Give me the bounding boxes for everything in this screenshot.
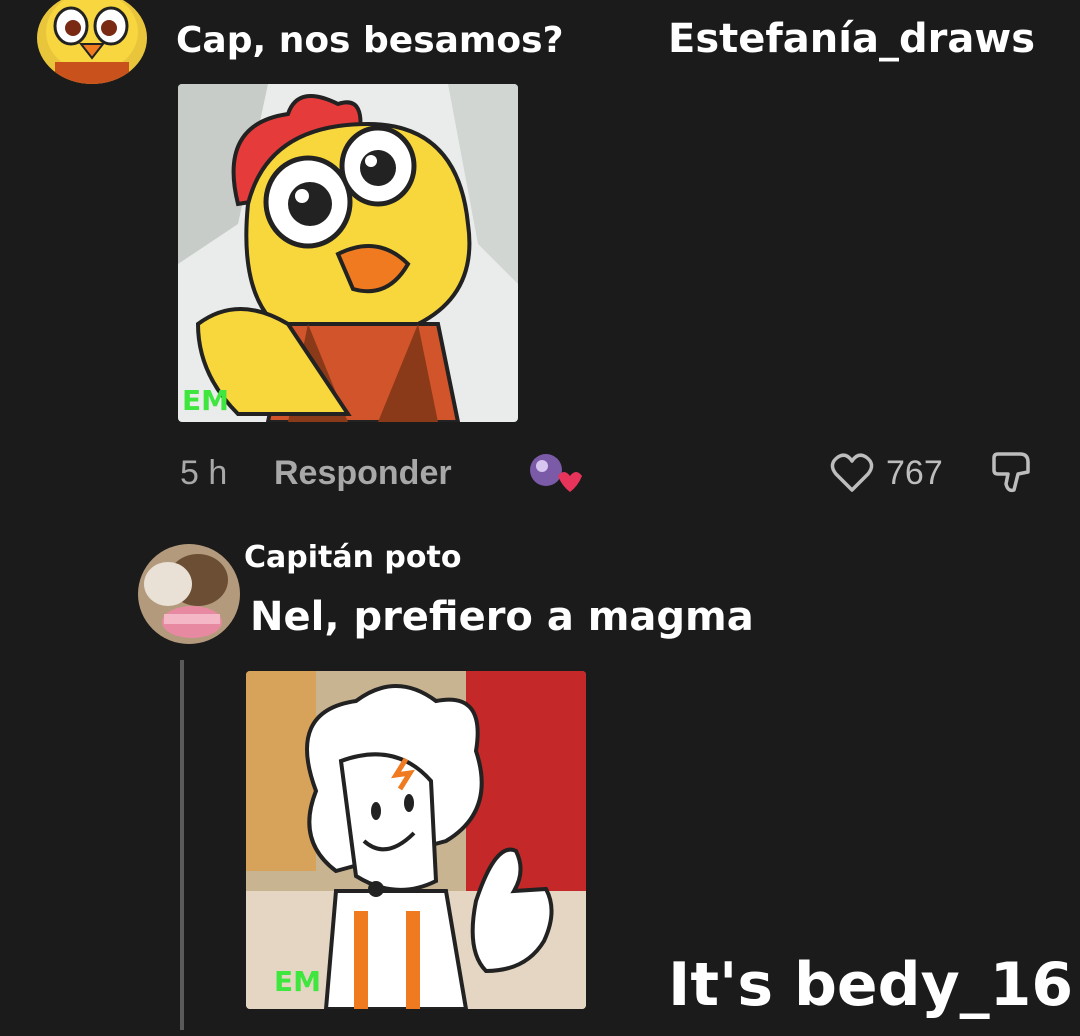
sticker-icon[interactable] xyxy=(524,446,582,498)
image-signature: EM xyxy=(182,384,229,417)
comment-time: 5 h xyxy=(180,454,228,492)
like-count: 767 xyxy=(886,454,943,492)
commenter-avatar[interactable] xyxy=(37,0,147,84)
header-credit: Estefanía_draws xyxy=(668,16,1036,62)
image-signature: EM xyxy=(274,965,321,998)
reply-button[interactable]: Responder xyxy=(274,454,452,493)
cat-avatar-image xyxy=(138,544,240,644)
chick-drawing xyxy=(178,84,518,422)
dislike-icon[interactable] xyxy=(990,448,1040,496)
chick-avatar-image xyxy=(37,0,147,84)
reply-text: Nel, prefiero a magma xyxy=(250,594,754,640)
reply-image[interactable]: EM xyxy=(246,671,586,1009)
comment-image[interactable]: EM xyxy=(178,84,518,422)
comment-text: Cap, nos besamos? xyxy=(176,20,564,61)
magma-drawing xyxy=(246,671,586,1009)
heart-icon[interactable] xyxy=(830,452,874,494)
footer-credit: It's bedy_16 xyxy=(668,950,1074,1020)
thread-line xyxy=(180,660,184,1030)
reply-author-avatar[interactable] xyxy=(138,544,240,644)
reply-author[interactable]: Capitán poto xyxy=(244,540,461,575)
